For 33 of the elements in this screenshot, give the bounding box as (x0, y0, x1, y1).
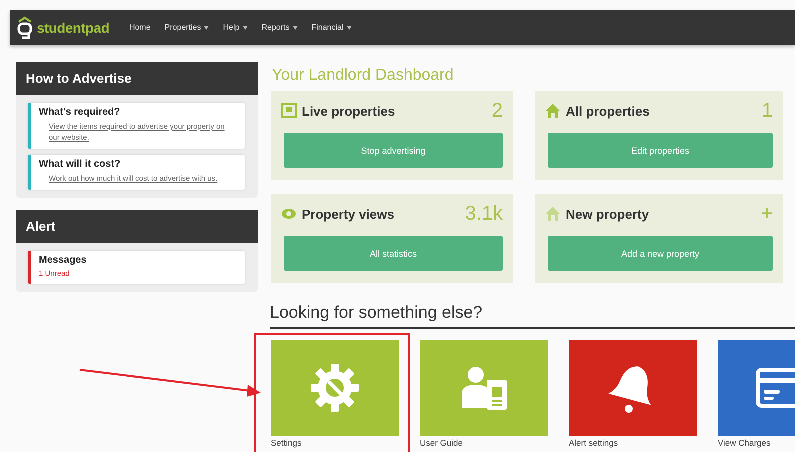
eye-icon (281, 206, 297, 222)
count-value: 1 (762, 100, 773, 122)
card-title: What will it cost? (39, 159, 122, 170)
count-value: + (761, 202, 773, 226)
house-icon (545, 103, 561, 119)
shortcut-tile[interactable] (569, 340, 697, 436)
logo-text: studentpad (37, 20, 110, 36)
nav-link[interactable]: Home (129, 23, 151, 32)
nav-link[interactable]: Reports (262, 23, 298, 32)
section-heading: Looking for something else? (270, 303, 795, 329)
card-title: All properties (566, 104, 651, 118)
nav-link[interactable]: Properties (164, 23, 210, 32)
card-title: What's required? (39, 107, 122, 118)
panel-header: How to Advertise (16, 62, 258, 95)
card-title: Live properties (302, 104, 396, 118)
tile-label: View Charges (718, 438, 772, 448)
house-icon (545, 206, 561, 222)
dashboard-title: Your Landlord Dashboard (272, 67, 455, 86)
card-title: Messages (39, 255, 88, 266)
nav-link[interactable]: Financial (312, 23, 352, 32)
tile-label: Settings (271, 438, 303, 448)
card-title: New property (566, 206, 650, 222)
nav-link[interactable]: Help (223, 23, 248, 32)
count-value: 3.1k (465, 202, 503, 226)
tile-label: Alert settings (569, 438, 620, 448)
panel-header: Alert (16, 210, 258, 243)
logo-icon (16, 16, 34, 40)
shortcut-tile[interactable] (271, 340, 399, 436)
card-title: Property views (302, 206, 396, 222)
shortcut-tile[interactable] (420, 340, 548, 436)
picture-frame-icon (281, 103, 297, 119)
count-value: 2 (492, 100, 503, 122)
tile-label: User Guide (420, 438, 464, 448)
